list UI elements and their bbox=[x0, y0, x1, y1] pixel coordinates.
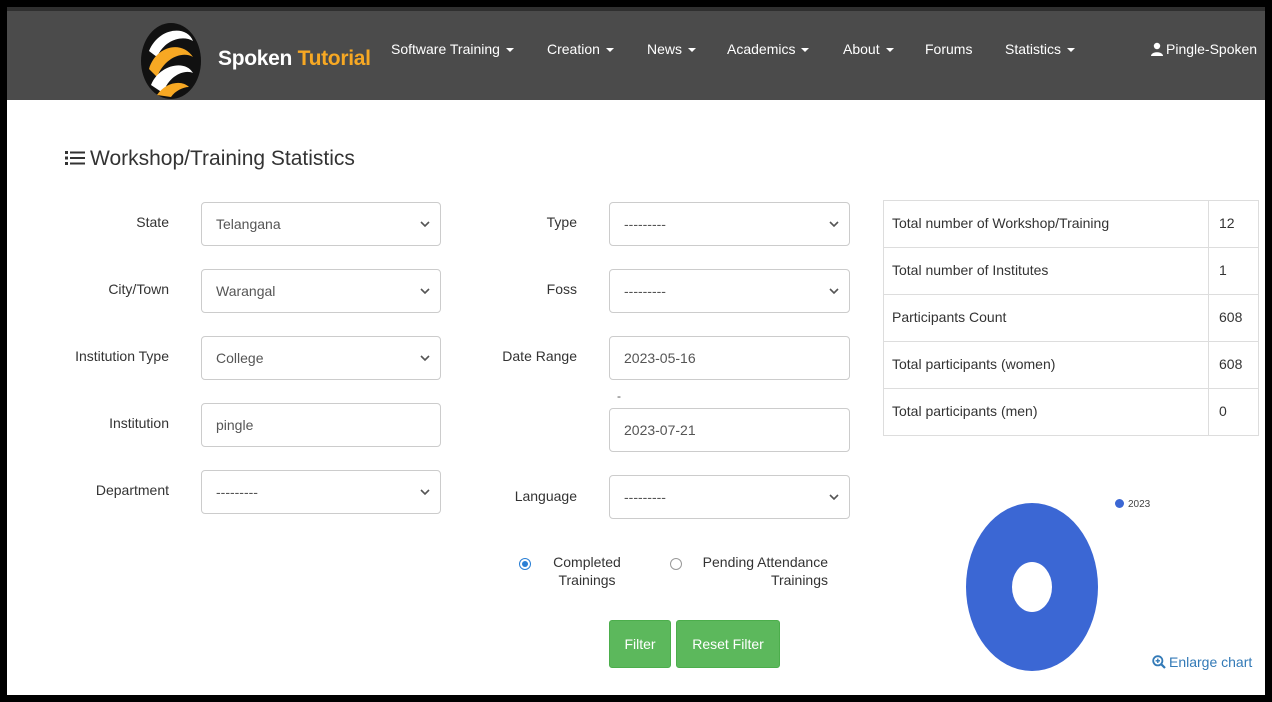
caret-down-icon bbox=[688, 48, 697, 53]
nav-creation[interactable]: Creation bbox=[547, 41, 614, 57]
stat-label: Total participants (men) bbox=[883, 388, 1209, 436]
nav-forums[interactable]: Forums bbox=[925, 41, 972, 57]
radio-completed-text: Completed Trainings bbox=[553, 554, 621, 588]
table-row: Total number of Workshop/Training 12 bbox=[883, 200, 1259, 248]
chart-legend[interactable]: 2023 bbox=[1115, 499, 1150, 510]
stat-value: 0 bbox=[1208, 388, 1259, 436]
year-donut-chart bbox=[966, 503, 1098, 671]
page-frame: Spoken Tutorial Software Training Creati… bbox=[7, 7, 1265, 695]
brand-part-spoken: Spoken bbox=[218, 47, 293, 70]
stat-label: Total number of Institutes bbox=[883, 247, 1209, 295]
institution-label: Institution bbox=[109, 415, 169, 431]
department-select[interactable]: --------- bbox=[201, 470, 441, 514]
city-label: City/Town bbox=[108, 281, 169, 297]
stat-value: 608 bbox=[1208, 341, 1259, 389]
table-row: Participants Count 608 bbox=[883, 294, 1259, 342]
donut-hole bbox=[1012, 562, 1052, 612]
chevron-down-icon bbox=[420, 288, 430, 295]
nav-academics[interactable]: Academics bbox=[727, 41, 810, 57]
caret-down-icon bbox=[1067, 48, 1076, 53]
language-label: Language bbox=[514, 488, 577, 504]
date-range-label: Date Range bbox=[502, 348, 577, 364]
stat-value: 608 bbox=[1208, 294, 1259, 342]
top-navbar: Spoken Tutorial Software Training Creati… bbox=[7, 7, 1265, 100]
stat-label: Participants Count bbox=[883, 294, 1209, 342]
chevron-down-icon bbox=[420, 489, 430, 496]
brand-name[interactable]: Spoken Tutorial bbox=[218, 47, 371, 71]
department-label: Department bbox=[95, 482, 169, 498]
nav-statistics[interactable]: Statistics bbox=[1005, 41, 1076, 57]
stat-value: 1 bbox=[1208, 247, 1259, 295]
type-select[interactable]: --------- bbox=[609, 202, 850, 246]
chevron-down-icon bbox=[829, 288, 839, 295]
stat-value: 12 bbox=[1208, 200, 1259, 248]
nav-news[interactable]: News bbox=[647, 41, 697, 57]
zoom-in-icon bbox=[1152, 655, 1166, 669]
stat-label: Total number of Workshop/Training bbox=[883, 200, 1209, 248]
legend-label-2023: 2023 bbox=[1128, 499, 1151, 510]
spoken-tutorial-logo-icon[interactable] bbox=[135, 17, 207, 101]
table-row: Total participants (women) 608 bbox=[883, 341, 1259, 389]
caret-down-icon bbox=[605, 48, 614, 53]
legend-swatch bbox=[1115, 499, 1124, 508]
institution-input[interactable]: pingle bbox=[201, 403, 441, 447]
user-icon bbox=[1151, 42, 1163, 56]
caret-down-icon bbox=[505, 48, 514, 53]
brand-part-tutorial: Tutorial bbox=[297, 47, 371, 70]
radio-completed-input[interactable] bbox=[519, 558, 531, 570]
radio-pending-input[interactable] bbox=[670, 558, 682, 570]
nav-about[interactable]: About bbox=[843, 41, 894, 57]
foss-label: Foss bbox=[546, 281, 577, 297]
chevron-down-icon bbox=[420, 221, 430, 228]
filter-button[interactable]: Filter bbox=[609, 620, 671, 668]
date-range-separator: - bbox=[617, 389, 621, 403]
enlarge-chart-link[interactable]: Enlarge chart bbox=[1152, 654, 1252, 670]
radio-pending-text: Pending Attendance Trainings bbox=[702, 554, 828, 588]
foss-select[interactable]: --------- bbox=[609, 269, 850, 313]
language-select[interactable]: --------- bbox=[609, 475, 850, 519]
type-label: Type bbox=[546, 214, 577, 230]
state-label: State bbox=[136, 214, 169, 230]
date-from-input[interactable]: 2023-05-16 bbox=[609, 336, 850, 380]
nav-software-training[interactable]: Software Training bbox=[391, 41, 514, 57]
chevron-down-icon bbox=[829, 494, 839, 501]
caret-down-icon bbox=[885, 48, 894, 53]
date-to-input[interactable]: 2023-07-21 bbox=[609, 408, 850, 452]
table-row: Total number of Institutes 1 bbox=[883, 247, 1259, 295]
institution-type-label: Institution Type bbox=[75, 348, 169, 364]
list-icon bbox=[65, 151, 85, 165]
caret-down-icon bbox=[801, 48, 810, 53]
chevron-down-icon bbox=[420, 355, 430, 362]
reset-filter-button[interactable]: Reset Filter bbox=[676, 620, 780, 668]
chevron-down-icon bbox=[829, 221, 839, 228]
page-title: Workshop/Training Statistics bbox=[65, 147, 355, 171]
nav-user-menu[interactable]: Pingle-Spoken bbox=[1150, 41, 1257, 57]
city-select[interactable]: Warangal bbox=[201, 269, 441, 313]
stat-label: Total participants (women) bbox=[883, 341, 1209, 389]
institution-type-select[interactable]: College bbox=[201, 336, 441, 380]
stats-table: Total number of Workshop/Training 12 Tot… bbox=[883, 200, 1259, 436]
table-row: Total participants (men) 0 bbox=[883, 388, 1259, 436]
state-select[interactable]: Telangana bbox=[201, 202, 441, 246]
